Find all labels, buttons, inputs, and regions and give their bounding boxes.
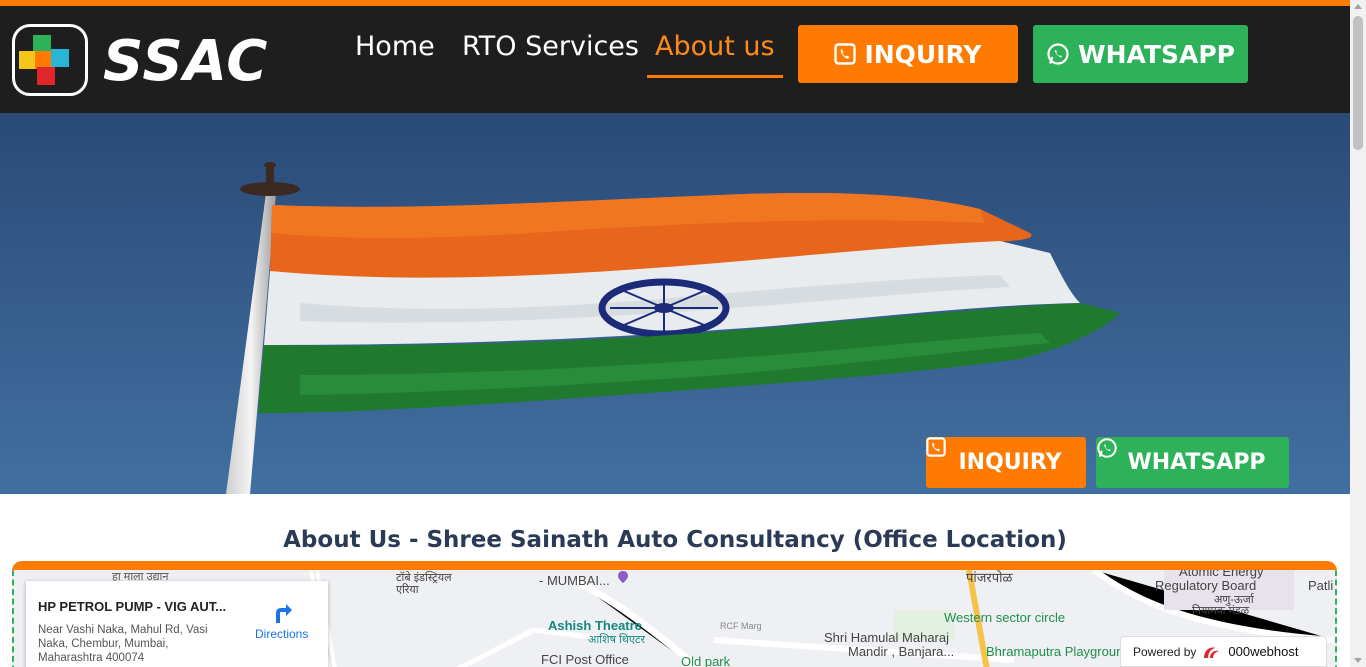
map-label-atomic-energy: Atomic Energy bbox=[1179, 564, 1264, 579]
powered-by-brand: 000webhost bbox=[1228, 644, 1299, 659]
header-inquiry-label: INQUIRY bbox=[864, 39, 982, 69]
map-label-ashish-theatre-hi: आशिष थिएटर bbox=[588, 634, 645, 646]
hero-whatsapp-button[interactable]: WHATSAPP bbox=[1096, 437, 1289, 488]
about-section-title: About Us - Shree Sainath Auto Consultanc… bbox=[283, 527, 1067, 553]
nav-home[interactable]: Home bbox=[355, 30, 435, 64]
nav-about-us[interactable]: About us bbox=[655, 30, 775, 64]
logo-red-square bbox=[37, 67, 55, 85]
hero-inquiry-label: INQUIRY bbox=[958, 450, 1062, 475]
scroll-up-arrow-icon[interactable] bbox=[1354, 4, 1362, 9]
logo-badge-icon[interactable] bbox=[12, 24, 88, 96]
map-label-old-park: Old park bbox=[681, 654, 731, 667]
map-label-niyamak: नियामक मंडळ bbox=[1192, 605, 1250, 617]
map-label-mandir: Mandir , Banjara... bbox=[848, 644, 955, 659]
page: SSAC Home RTO Services About us INQUIRY … bbox=[0, 0, 1366, 667]
hero-whatsapp-label: WHATSAPP bbox=[1127, 450, 1266, 475]
map-label-brahmaputra: Bhramaputra Playground bbox=[986, 644, 1131, 659]
hero-inquiry-button[interactable]: INQUIRY bbox=[926, 437, 1086, 488]
directions-link[interactable]: Directions bbox=[255, 627, 308, 641]
header-inquiry-button[interactable]: INQUIRY bbox=[798, 25, 1018, 83]
site-header: SSAC Home RTO Services About us INQUIRY … bbox=[0, 6, 1350, 113]
powered-by-badge[interactable]: Powered by 000webhost bbox=[1120, 636, 1327, 667]
nav-active-underline bbox=[647, 75, 783, 78]
place-address: Near Vashi Naka, Mahul Rd, Vasi Naka, Ch… bbox=[38, 624, 208, 664]
webhost-logo-icon bbox=[1204, 646, 1220, 658]
map-label-rcf-marg: RCF Marg bbox=[720, 621, 762, 631]
page-scrollbar[interactable] bbox=[1350, 0, 1366, 667]
directions-icon[interactable] bbox=[270, 601, 294, 625]
map-label-industrial-area: टॉबे इंडस्ट्रियल एरिया bbox=[396, 572, 452, 596]
header-whatsapp-label: WHATSAPP bbox=[1078, 39, 1235, 69]
map-label-ashish-theatre: Ashish Theatre bbox=[548, 618, 642, 633]
phone-square-icon bbox=[834, 43, 857, 65]
whatsapp-icon bbox=[1046, 42, 1070, 66]
map-place-card[interactable]: HP PETROL PUMP - VIG AUT... Near Vashi N… bbox=[26, 581, 328, 667]
map-label-fci-post-office: FCI Post Office bbox=[541, 652, 629, 667]
hero-banner: INQUIRY WHATSAPP bbox=[0, 113, 1350, 494]
header-whatsapp-button[interactable]: WHATSAPP bbox=[1033, 25, 1248, 83]
map-label-regulatory-board: Regulatory Board bbox=[1155, 578, 1257, 593]
map-label-shri-hamulal: Shri Hamulal Maharaj bbox=[824, 630, 949, 645]
scroll-thumb[interactable] bbox=[1353, 16, 1363, 150]
map-label-western-sector: Western sector circle bbox=[944, 610, 1066, 625]
map-label-mumbai: - MUMBAI... bbox=[539, 573, 610, 588]
map-pin-icon bbox=[618, 571, 628, 583]
map-label-panjarpol: पांजरपोळ bbox=[966, 570, 1013, 585]
logo-text[interactable]: SSAC bbox=[103, 30, 268, 94]
map-label-patli: Patli bbox=[1308, 578, 1334, 593]
powered-by-label: Powered by bbox=[1133, 644, 1197, 659]
logo-blue-square bbox=[51, 49, 69, 67]
nav-rto-services[interactable]: RTO Services bbox=[462, 30, 639, 64]
scroll-down-arrow-icon[interactable] bbox=[1354, 658, 1362, 663]
place-name[interactable]: HP PETROL PUMP - VIG AUT... bbox=[38, 599, 226, 614]
